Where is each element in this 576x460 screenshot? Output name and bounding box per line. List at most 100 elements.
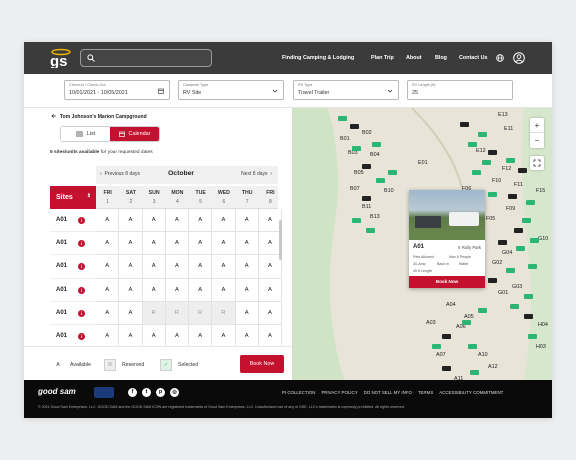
- campsite-marker-icon[interactable]: [514, 228, 523, 233]
- day-cell[interactable]: A: [258, 324, 282, 349]
- campsite-marker-icon[interactable]: [488, 150, 497, 155]
- grid-scrollbar[interactable]: [279, 220, 282, 260]
- day-cell[interactable]: R: [212, 301, 236, 325]
- tab-list[interactable]: List: [61, 127, 110, 141]
- day-cell[interactable]: A: [96, 232, 120, 256]
- twitter-icon[interactable]: t: [142, 388, 151, 397]
- footer-link[interactable]: ACCESSIBILITY COMMITMENT: [439, 390, 503, 395]
- site-label[interactable]: E11: [504, 126, 513, 132]
- zoom-out-button[interactable]: −: [530, 133, 544, 148]
- campsite-marker-icon[interactable]: [524, 314, 533, 319]
- site-label[interactable]: B02: [362, 130, 372, 136]
- date-range-field[interactable]: Check-In / Check-Out 10/01/2021 - 10/05/…: [64, 80, 170, 100]
- fullscreen-button[interactable]: [530, 156, 544, 170]
- back-arrow-icon[interactable]: [51, 113, 57, 119]
- site-row-label[interactable]: A01 i: [50, 255, 96, 279]
- site-label[interactable]: G10: [538, 236, 548, 242]
- campsite-type-select[interactable]: Campsite Type RV Site: [178, 80, 284, 100]
- campsite-marker-icon[interactable]: [528, 334, 537, 339]
- campsite-marker-icon[interactable]: [506, 158, 515, 163]
- nav-contact-us[interactable]: Contact Us: [459, 42, 487, 74]
- day-cell[interactable]: R: [165, 301, 189, 325]
- campsite-marker-icon[interactable]: [508, 194, 517, 199]
- site-label[interactable]: B05: [354, 170, 364, 176]
- campsite-marker-icon[interactable]: [366, 228, 375, 233]
- nav-plan-trip[interactable]: Plan Trip: [371, 42, 394, 74]
- site-label[interactable]: B04: [370, 152, 380, 158]
- campsite-marker-icon[interactable]: [522, 218, 531, 223]
- site-label[interactable]: A03: [426, 320, 436, 326]
- nav-blog[interactable]: Blog: [435, 42, 447, 74]
- day-cell[interactable]: A: [119, 324, 143, 349]
- zoom-in-button[interactable]: +: [530, 118, 544, 133]
- day-cell[interactable]: A: [212, 255, 236, 279]
- campsite-marker-icon[interactable]: [432, 344, 441, 349]
- day-cell[interactable]: A: [189, 324, 213, 349]
- campsite-marker-icon[interactable]: [338, 116, 347, 121]
- facebook-icon[interactable]: f: [128, 388, 137, 397]
- campsite-marker-icon[interactable]: [352, 218, 361, 223]
- site-label[interactable]: A07: [436, 352, 446, 358]
- info-icon[interactable]: i: [78, 240, 85, 248]
- campsite-marker-icon[interactable]: [376, 178, 385, 183]
- site-label[interactable]: F05: [486, 216, 495, 222]
- campsite-marker-icon[interactable]: [372, 142, 381, 147]
- site-label[interactable]: F09: [506, 206, 515, 212]
- campsite-marker-icon[interactable]: [472, 170, 481, 175]
- campsite-marker-icon[interactable]: [352, 146, 361, 151]
- account-icon[interactable]: [513, 52, 525, 64]
- next-days-button[interactable]: Next 8 days ›: [241, 171, 272, 177]
- day-cell[interactable]: A: [235, 209, 259, 233]
- day-cell[interactable]: A: [142, 278, 166, 302]
- info-icon[interactable]: i: [78, 263, 85, 271]
- day-cell[interactable]: A: [165, 232, 189, 256]
- site-row-label[interactable]: A01 i: [50, 325, 96, 349]
- day-cell[interactable]: A: [212, 278, 236, 302]
- info-icon[interactable]: i: [78, 217, 85, 224]
- day-cell[interactable]: A: [165, 209, 189, 233]
- day-cell[interactable]: A: [119, 232, 143, 256]
- campground-map[interactable]: E13 E11 B01 B02 B03 B04 E01 E12 F12 F10 F06 B05 F11 F…: [292, 108, 552, 380]
- campsite-marker-icon[interactable]: [518, 168, 527, 173]
- site-label[interactable]: F12: [502, 166, 511, 172]
- day-cell[interactable]: A: [189, 255, 213, 279]
- day-cell[interactable]: A: [165, 255, 189, 279]
- site-label[interactable]: B07: [350, 186, 360, 192]
- site-label[interactable]: G02: [492, 260, 502, 266]
- day-cell[interactable]: A: [142, 324, 166, 349]
- footer-link[interactable]: DO NOT SELL MY INFO: [364, 390, 412, 395]
- site-label[interactable]: B01: [340, 136, 350, 142]
- campsite-marker-icon[interactable]: [516, 246, 525, 251]
- campsite-marker-icon[interactable]: [482, 160, 491, 165]
- campsite-marker-icon[interactable]: [526, 200, 535, 205]
- campsite-marker-icon[interactable]: [462, 320, 471, 325]
- campsite-marker-icon[interactable]: [468, 344, 477, 349]
- day-cell[interactable]: R: [142, 301, 166, 325]
- day-cell[interactable]: A: [235, 301, 259, 325]
- site-label[interactable]: E13: [498, 112, 508, 118]
- campsite-marker-icon[interactable]: [498, 240, 507, 245]
- info-icon[interactable]: i: [78, 332, 85, 340]
- campsite-marker-icon[interactable]: [442, 334, 451, 339]
- site-label[interactable]: H04: [538, 322, 548, 328]
- day-cell[interactable]: A: [142, 255, 166, 279]
- campsite-marker-icon[interactable]: [528, 264, 537, 269]
- site-label[interactable]: G04: [502, 250, 512, 256]
- campsite-marker-icon[interactable]: [478, 308, 487, 313]
- campsite-marker-icon[interactable]: [468, 142, 477, 147]
- campsite-marker-icon[interactable]: [350, 124, 359, 129]
- day-cell[interactable]: A: [119, 278, 143, 302]
- footer-link[interactable]: PI COLLECTION: [282, 390, 315, 395]
- day-cell[interactable]: A: [235, 278, 259, 302]
- day-cell[interactable]: A: [235, 255, 259, 279]
- footer-link[interactable]: TERMS: [418, 390, 433, 395]
- campsite-marker-icon[interactable]: [470, 370, 479, 375]
- day-cell[interactable]: A: [212, 324, 236, 349]
- site-label[interactable]: F15: [536, 188, 545, 194]
- day-cell[interactable]: A: [235, 232, 259, 256]
- site-label[interactable]: B11: [362, 204, 371, 210]
- day-cell[interactable]: A: [189, 278, 213, 302]
- info-icon[interactable]: i: [78, 286, 85, 294]
- day-cell[interactable]: A: [96, 209, 120, 233]
- site-label[interactable]: G03: [512, 284, 522, 290]
